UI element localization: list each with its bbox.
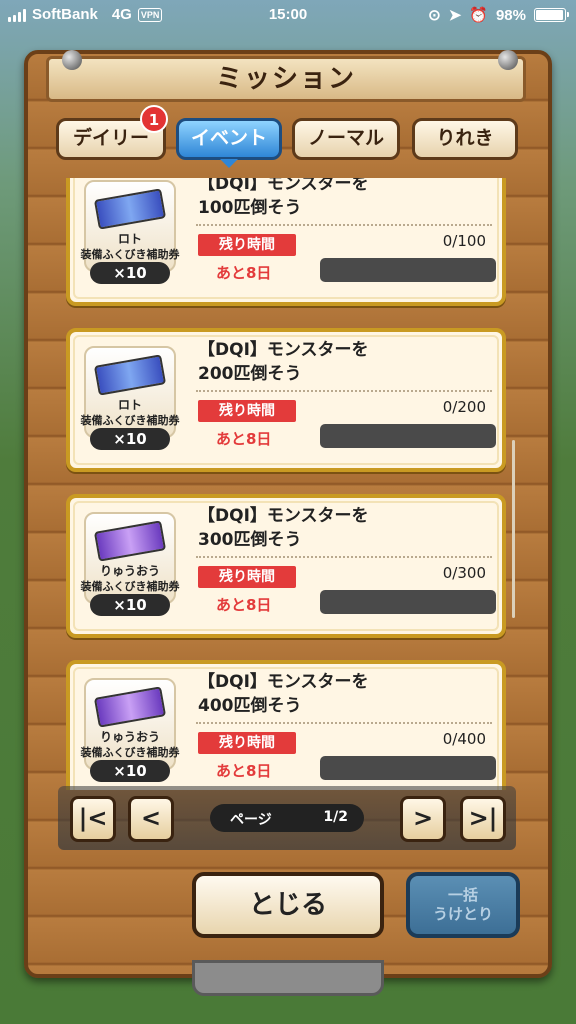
mission-card[interactable]: りゅうおう 装備ふくびき補助券 ×10 【DQⅠ】モンスターを 400匹倒そう … xyxy=(66,660,506,790)
mission-title: 【DQⅠ】モンスターを 100匹倒そう xyxy=(198,178,369,218)
reward-thumbnail: りゅうおう 装備ふくびき補助券 xyxy=(81,512,180,604)
tab-event[interactable]: イベント xyxy=(176,118,282,168)
notification-badge: 1 xyxy=(140,105,168,133)
progress-bar xyxy=(320,258,496,282)
first-page-button[interactable]: |< xyxy=(70,796,116,842)
reward-name: ロト xyxy=(117,398,142,412)
reward-type: 装備ふくびき補助券 xyxy=(80,746,180,759)
reward-name: りゅうおう xyxy=(99,730,160,744)
progress-count: 0/400 xyxy=(442,730,486,748)
pin-icon xyxy=(62,50,82,70)
claim-label-line1: 一括 xyxy=(447,886,478,904)
page-title: ミッション xyxy=(215,64,356,94)
page-indicator: ページ 1/2 xyxy=(210,804,364,832)
claim-all-button[interactable]: 一括 うけとり xyxy=(406,872,520,938)
days-left: あと8日 xyxy=(216,264,272,282)
next-page-icon: > xyxy=(412,804,434,832)
pin-icon xyxy=(498,50,518,70)
tab-label: イベント xyxy=(190,127,267,149)
reward-quantity: ×10 xyxy=(90,262,170,284)
reward-quantity: ×10 xyxy=(90,760,170,782)
mission-card[interactable]: ロト 装備ふくびき補助券 ×10 【DQⅠ】モンスターを 100匹倒そう 残り時… xyxy=(66,178,506,306)
title-plank: ミッション xyxy=(46,56,526,102)
progress-bar xyxy=(320,756,496,780)
rotation-lock-icon: ⊙ xyxy=(428,7,441,24)
mission-title: 【DQⅠ】モンスターを 200匹倒そう xyxy=(198,340,369,384)
prev-page-button[interactable]: < xyxy=(128,796,174,842)
mission-title: 【DQⅠ】モンスターを 400匹倒そう xyxy=(198,672,369,716)
divider xyxy=(196,390,492,392)
battery-icon xyxy=(534,8,569,22)
last-page-icon: >| xyxy=(468,804,498,832)
reward-thumbnail: ロト 装備ふくびき補助券 xyxy=(81,180,180,272)
page-label: ページ xyxy=(230,812,272,828)
reward-quantity: ×10 xyxy=(90,428,170,450)
ticket-icon xyxy=(93,188,167,230)
days-left: あと8日 xyxy=(216,596,272,614)
remaining-time-label: 残り時間 xyxy=(198,400,296,422)
close-button[interactable]: とじる xyxy=(192,872,384,938)
alarm-icon: ⏰ xyxy=(469,7,488,24)
reward-thumbnail: ロト 装備ふくびき補助券 xyxy=(81,346,180,438)
page-number: 1/2 xyxy=(323,809,348,825)
days-left: あと8日 xyxy=(216,430,272,448)
reward-name: りゅうおう xyxy=(99,564,160,578)
status-bar: SoftBank 4G VPN 15:00 ⊙ ➤ ⏰ 98% xyxy=(0,0,576,30)
location-icon: ➤ xyxy=(448,7,462,24)
prev-page-icon: < xyxy=(140,804,162,832)
claim-label-line2: うけとり xyxy=(432,905,493,923)
tab-history[interactable]: りれき xyxy=(412,118,518,160)
divider xyxy=(196,224,492,226)
bottom-tab xyxy=(192,960,384,996)
tab-label: ノーマル xyxy=(307,127,384,149)
reward-type: 装備ふくびき補助券 xyxy=(80,580,180,593)
reward-name: ロト xyxy=(117,232,142,246)
next-page-button[interactable]: > xyxy=(400,796,446,842)
mission-list[interactable]: ロト 装備ふくびき補助券 ×10 【DQⅠ】モンスターを 100匹倒そう 残り時… xyxy=(58,178,516,790)
mission-title: 【DQⅠ】モンスターを 300匹倒そう xyxy=(198,506,369,550)
first-page-icon: |< xyxy=(78,804,108,832)
ticket-icon xyxy=(93,354,167,396)
mission-card[interactable]: ロト 装備ふくびき補助券 ×10 【DQⅠ】モンスターを 200匹倒そう 残り時… xyxy=(66,328,506,472)
scrollbar[interactable] xyxy=(512,440,515,618)
remaining-time-label: 残り時間 xyxy=(198,732,296,754)
progress-bar xyxy=(320,424,496,448)
remaining-time-label: 残り時間 xyxy=(198,234,296,256)
progress-count: 0/100 xyxy=(442,232,486,250)
tab-label: デイリー xyxy=(72,127,149,149)
last-page-button[interactable]: >| xyxy=(460,796,506,842)
battery-percent: 98% xyxy=(495,6,526,24)
reward-type: 装備ふくびき補助券 xyxy=(80,248,180,261)
tab-label: りれき xyxy=(436,127,494,149)
progress-count: 0/300 xyxy=(442,564,486,582)
days-left: あと8日 xyxy=(216,762,272,780)
ticket-icon xyxy=(93,686,167,728)
reward-thumbnail: りゅうおう 装備ふくびき補助券 xyxy=(81,678,180,770)
mission-card[interactable]: りゅうおう 装備ふくびき補助券 ×10 【DQⅠ】モンスターを 300匹倒そう … xyxy=(66,494,506,638)
progress-count: 0/200 xyxy=(442,398,486,416)
reward-quantity: ×10 xyxy=(90,594,170,616)
divider xyxy=(196,556,492,558)
divider xyxy=(196,722,492,724)
progress-bar xyxy=(320,590,496,614)
reward-type: 装備ふくびき補助券 xyxy=(80,414,180,427)
ticket-icon xyxy=(93,520,167,562)
tab-normal[interactable]: ノーマル xyxy=(292,118,400,160)
remaining-time-label: 残り時間 xyxy=(198,566,296,588)
close-button-label: とじる xyxy=(248,890,327,920)
